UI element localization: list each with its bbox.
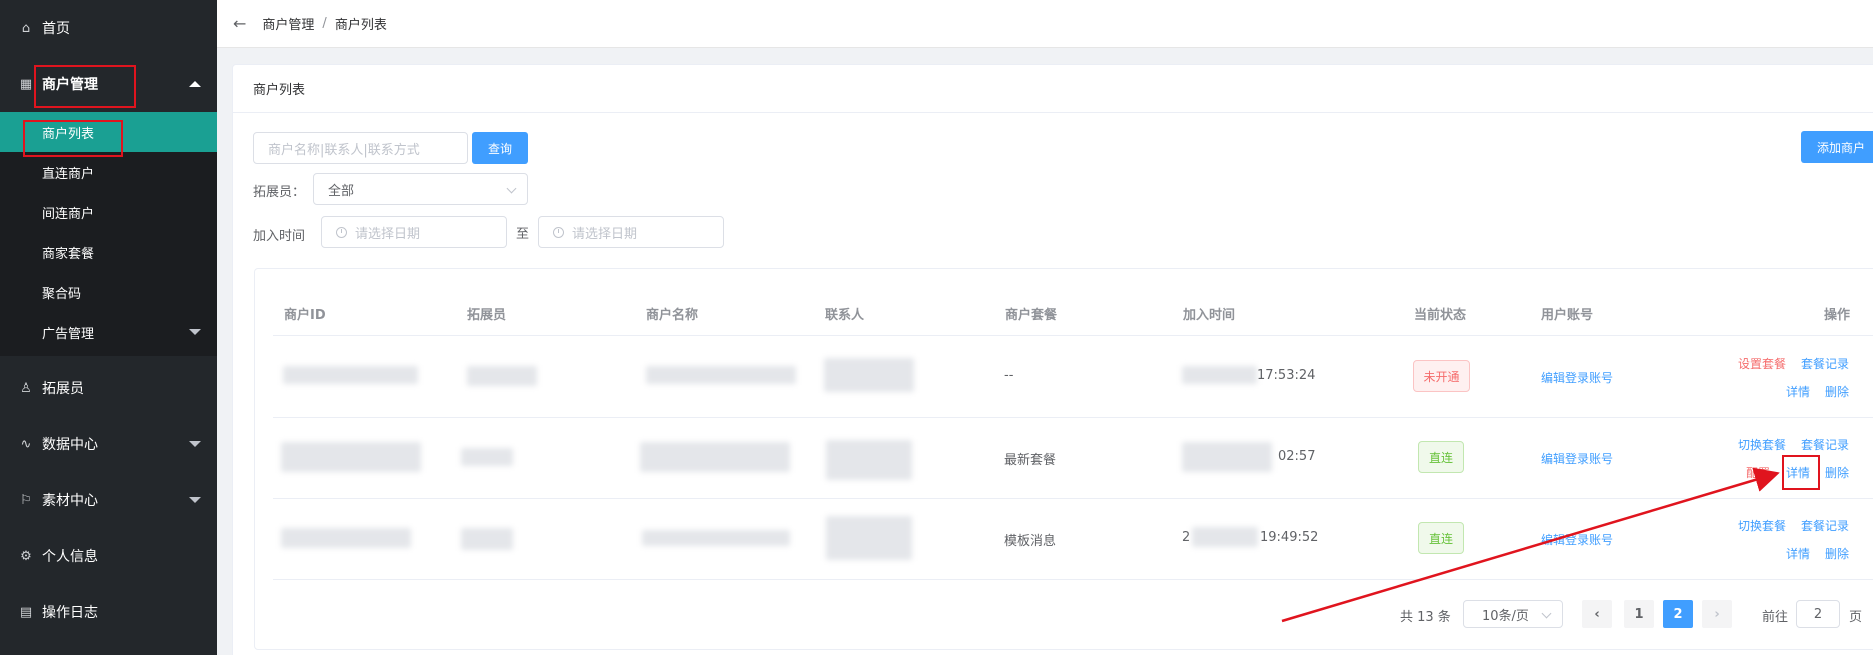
page-size-select[interactable]: 10条/页	[1463, 600, 1563, 628]
page-2-button[interactable]: 2	[1663, 600, 1693, 628]
page-1-button[interactable]: 1	[1624, 600, 1654, 628]
page-unit: 页	[1849, 610, 1863, 625]
goto-label: 前往	[1762, 610, 1789, 625]
chevron-down-icon	[1541, 608, 1552, 619]
goto-page-value: 2	[1813, 606, 1823, 622]
goto-page-input[interactable]: 2	[1796, 600, 1840, 628]
next-page-button[interactable]: ›	[1702, 600, 1732, 628]
annotation-arrow	[1281, 467, 1780, 623]
total-count: 共 13 条	[1400, 610, 1451, 625]
prev-page-button[interactable]: ‹	[1582, 600, 1612, 628]
page-size-value: 10条/页	[1482, 608, 1529, 624]
